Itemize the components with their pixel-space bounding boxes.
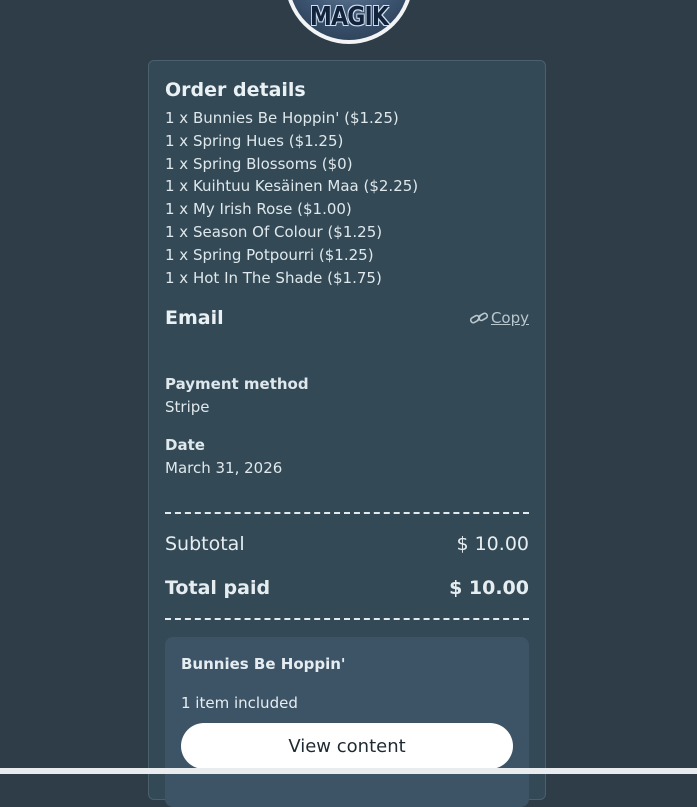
- page-bottom-edge: [0, 768, 697, 774]
- order-item: 1 x Hot In The Shade ($1.75): [165, 268, 382, 287]
- total-paid-label: Total paid: [165, 577, 271, 599]
- order-item: 1 x Kuihtuu Kesäinen Maa ($2.25): [165, 177, 419, 196]
- subtotal-label: Subtotal: [165, 533, 245, 555]
- link-icon: [469, 312, 488, 324]
- view-content-button[interactable]: View content: [181, 723, 513, 769]
- order-card: Order details 1 x Bunnies Be Hoppin' ($1…: [148, 60, 546, 807]
- divider: [165, 618, 529, 620]
- order-item: 1 x Bunnies Be Hoppin' ($1.25): [165, 109, 399, 127]
- total-paid-value: $ 10.00: [449, 577, 529, 599]
- order-item: 1 x Spring Blossoms ($0): [165, 154, 353, 173]
- product-name: Bunnies Be Hoppin': [181, 655, 346, 673]
- date-value: March 31, 2026: [165, 459, 283, 477]
- product-item-count: 1 item included: [181, 694, 298, 712]
- copy-email-link[interactable]: Copy: [469, 309, 529, 327]
- product-card: Bunnies Be Hoppin' 1 item included View …: [165, 637, 529, 807]
- order-item: 1 x My Irish Rose ($1.00): [165, 200, 352, 219]
- order-item: 1 x Season Of Colour ($1.25): [165, 222, 383, 241]
- payment-method-value: Stripe: [165, 398, 210, 416]
- date-label: Date: [165, 436, 205, 454]
- avatar-logo-text: MAGIK: [309, 2, 389, 32]
- divider: [165, 512, 529, 514]
- avatar: MAGIK: [285, 0, 413, 44]
- payment-method-label: Payment method: [165, 375, 309, 393]
- order-details-title: Order details: [165, 79, 306, 101]
- subtotal-value: $ 10.00: [456, 533, 529, 555]
- copy-label: Copy: [490, 309, 529, 327]
- email-label: Email: [165, 307, 224, 329]
- order-items-list: 1 x Bunnies Be Hoppin' ($1.25) 1 x Sprin…: [165, 107, 418, 289]
- order-item: 1 x Spring Potpourri ($1.25): [165, 245, 374, 264]
- order-item: 1 x Spring Hues ($1.25): [165, 131, 344, 150]
